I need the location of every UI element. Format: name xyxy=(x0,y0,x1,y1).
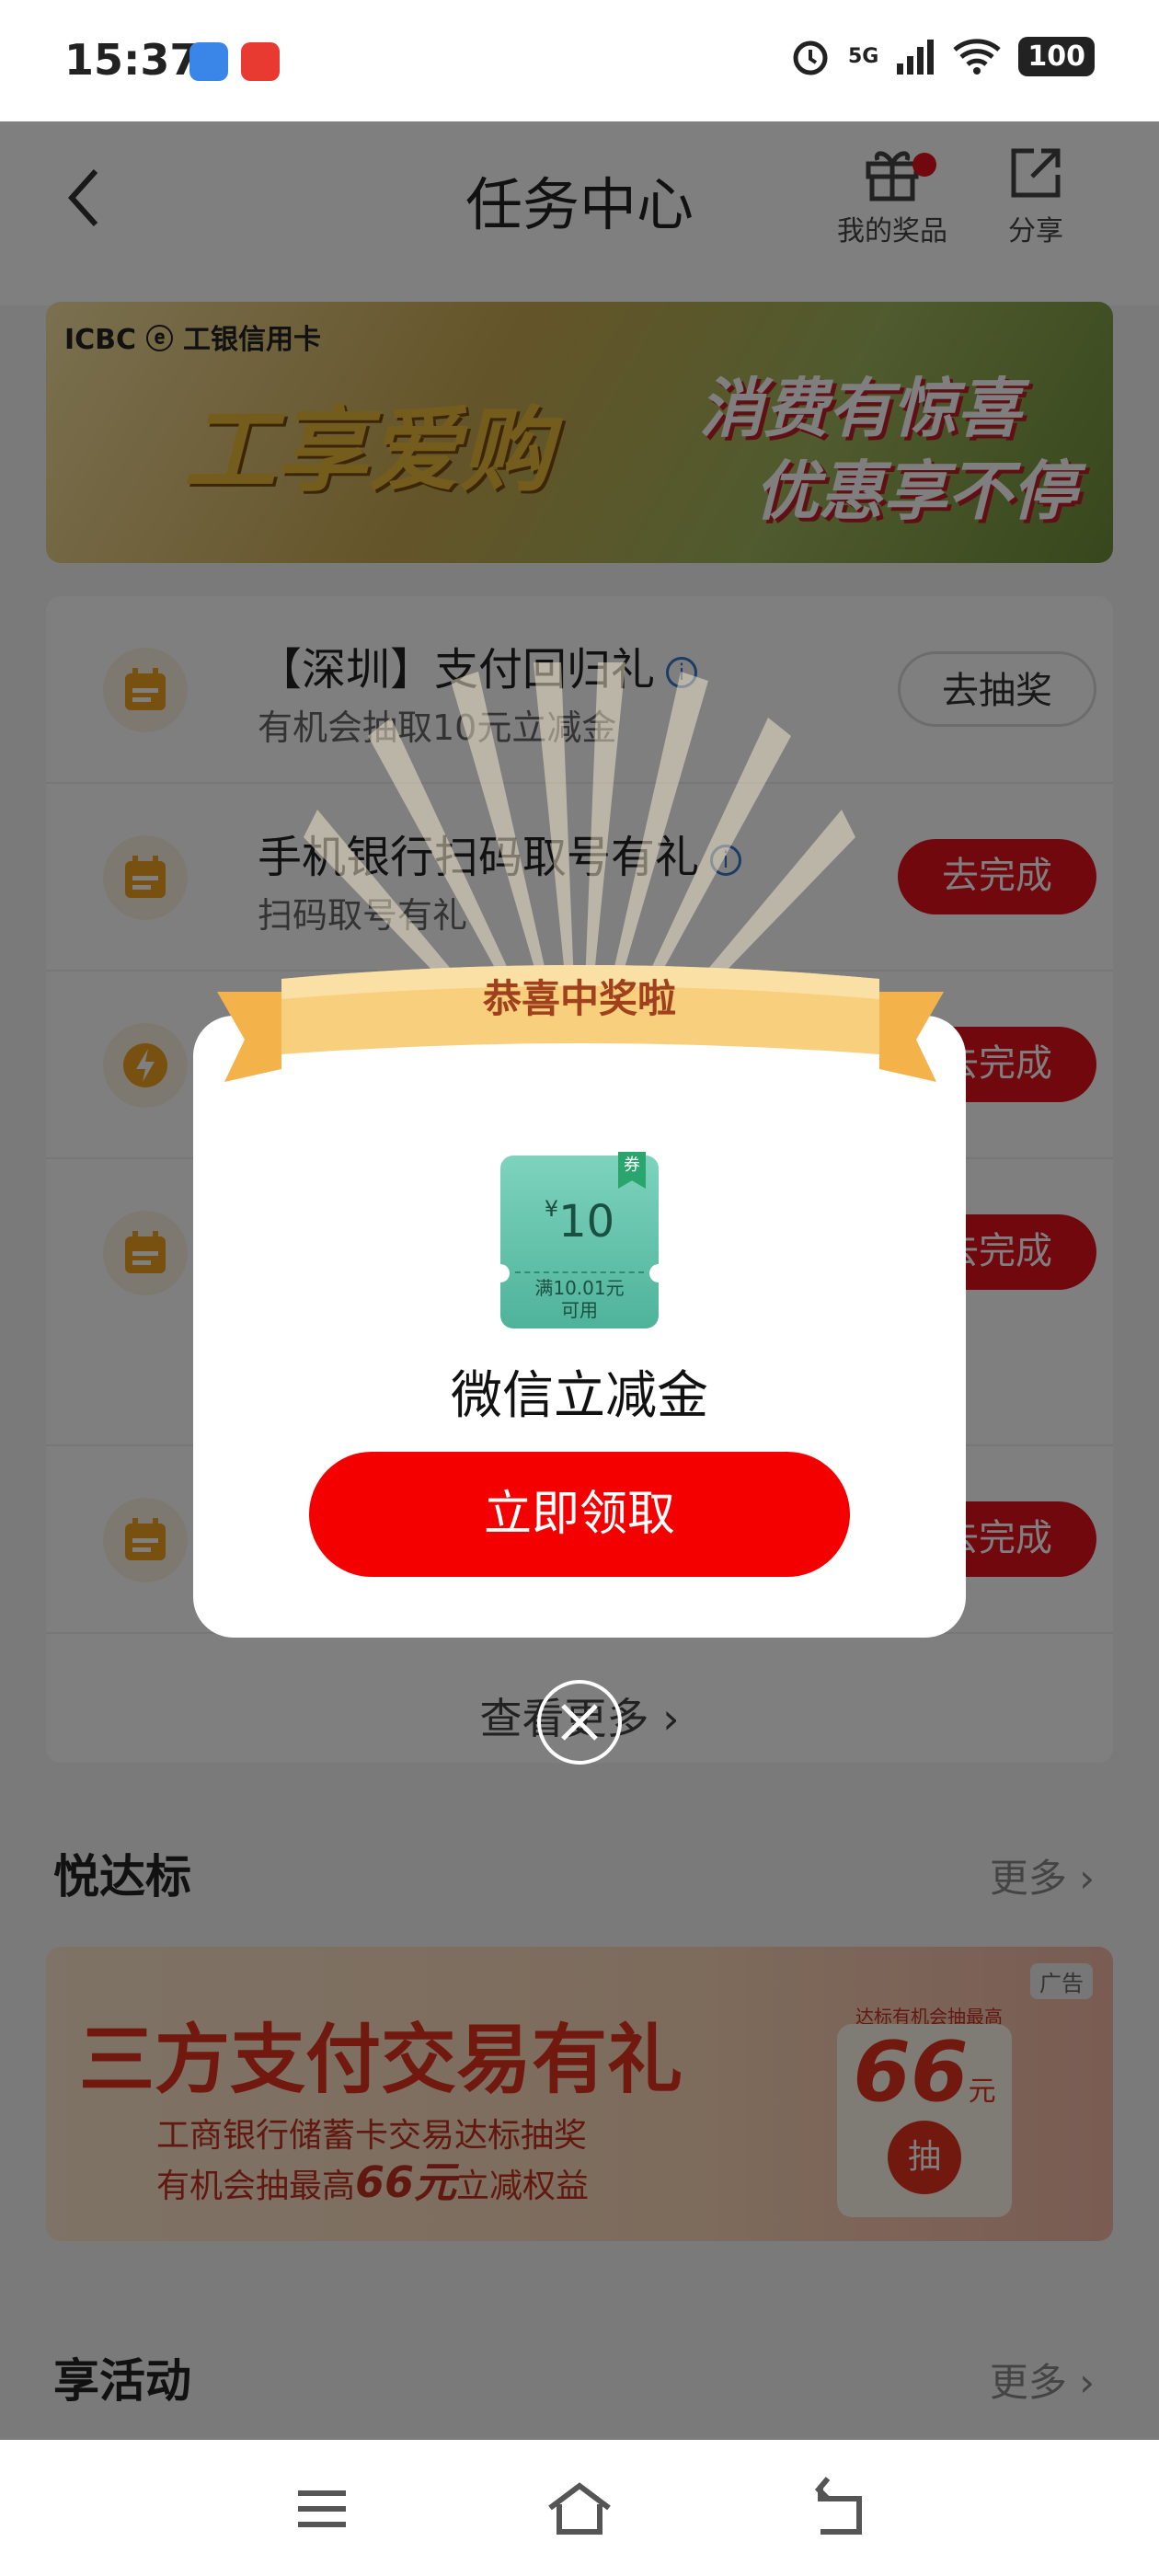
claim-button[interactable]: 立即领取 xyxy=(309,1452,850,1577)
battery-indicator: 100 xyxy=(1018,36,1095,76)
alarm-icon xyxy=(793,40,828,75)
coupon-divider xyxy=(515,1271,644,1273)
congrats-title: 恭喜中奖啦 xyxy=(482,976,676,1021)
prize-name: 微信立减金 xyxy=(451,1366,708,1426)
coupon-value: ¥10 xyxy=(544,1196,615,1248)
menu-icon[interactable] xyxy=(285,2477,359,2541)
status-bar: 15:37 5G 100 xyxy=(0,0,1159,121)
close-icon xyxy=(561,1704,598,1741)
status-time: 15:37 xyxy=(64,35,200,85)
status-indicators: 5G 100 xyxy=(789,35,1095,77)
network-type: 5G xyxy=(848,44,879,68)
back-nav-icon[interactable] xyxy=(800,2477,874,2541)
coupon-condition: 满10.01元 可用 xyxy=(534,1277,625,1321)
app-notification-icon xyxy=(189,42,228,81)
signal-icon xyxy=(897,40,935,75)
close-button[interactable] xyxy=(537,1680,622,1765)
system-nav-bar xyxy=(0,2440,1159,2576)
coupon-card: 券 ¥10 满10.01元 可用 xyxy=(491,1152,668,1328)
coupon-badge: 券 xyxy=(618,1152,646,1189)
home-icon[interactable] xyxy=(543,2477,616,2541)
app-notification-icon xyxy=(241,42,280,81)
wifi-icon xyxy=(953,39,1002,75)
